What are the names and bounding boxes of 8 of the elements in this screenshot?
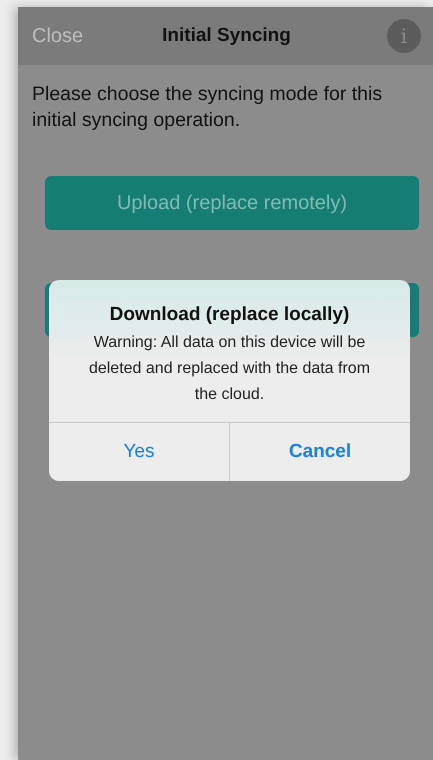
close-button[interactable]: Close <box>32 24 112 48</box>
screen-title: Initial Syncing <box>162 25 291 47</box>
mode-button[interactable]: Upload (replace remotely) <box>45 176 419 230</box>
alert-button[interactable]: Yes <box>49 423 229 481</box>
prompt-text: Please choose the syncing mode for this initial syncing operation. <box>31 82 384 133</box>
alert-title: Download (replace locally) <box>108 304 350 326</box>
alert-message: Warning: All data on this device will be deleted and replaced with the data from the cloud. <box>88 333 372 405</box>
alert-button[interactable]: Cancel <box>229 423 410 481</box>
